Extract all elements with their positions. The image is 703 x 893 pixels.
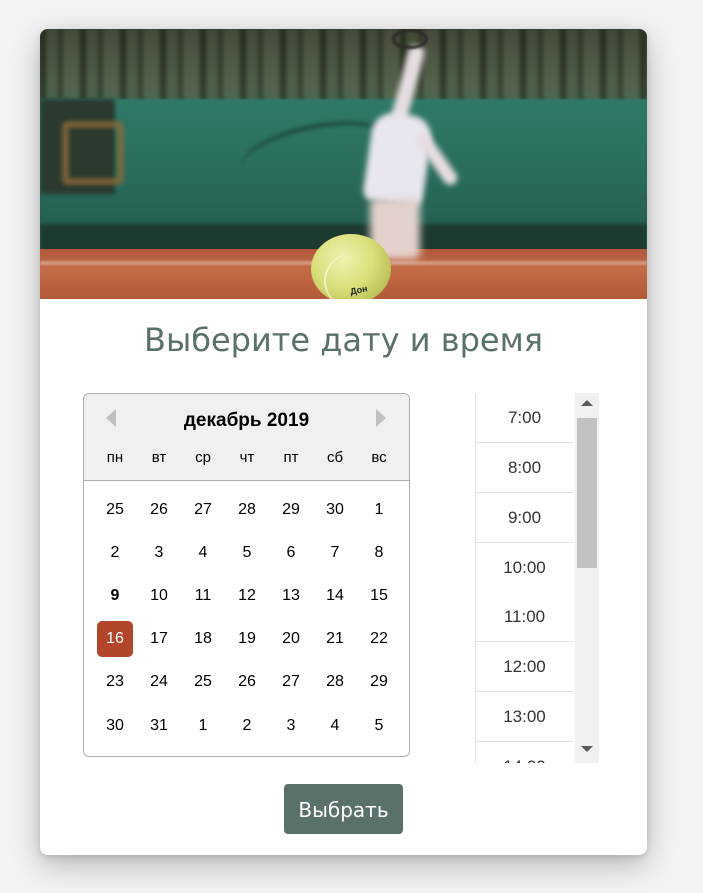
- calendar-day[interactable]: 28: [317, 664, 353, 700]
- weekday-label: вт: [151, 449, 167, 466]
- calendar-day[interactable]: 26: [229, 664, 265, 700]
- time-slot[interactable]: 8:00: [475, 443, 573, 493]
- calendar-day[interactable]: 26: [141, 492, 177, 528]
- calendar-day[interactable]: 9: [97, 578, 133, 614]
- calendar-day[interactable]: 30: [97, 708, 133, 744]
- calendar-day[interactable]: 1: [361, 492, 397, 528]
- calendar-day[interactable]: 29: [273, 492, 309, 528]
- calendar-day[interactable]: 19: [229, 621, 265, 657]
- calendar-day-selected[interactable]: 16: [97, 621, 133, 657]
- scrollbar-thumb[interactable]: [577, 418, 597, 568]
- calendar-day[interactable]: 27: [273, 664, 309, 700]
- calendar-day[interactable]: 3: [273, 708, 309, 744]
- time-slot[interactable]: 13:00: [475, 692, 573, 742]
- calendar-day[interactable]: 3: [141, 535, 177, 571]
- calendar-day[interactable]: 17: [141, 621, 177, 657]
- hero-trees: [40, 29, 647, 109]
- choose-button[interactable]: Выбрать: [284, 784, 403, 834]
- time-list-scrollbar[interactable]: [575, 393, 599, 763]
- calendar-day[interactable]: 4: [185, 535, 221, 571]
- weekday-label: вс: [371, 449, 387, 466]
- time-slot[interactable]: 14:00: [475, 742, 573, 763]
- calendar-day[interactable]: 30: [317, 492, 353, 528]
- booking-card: Дон Выберите дату и время декабрь 2019 п…: [40, 29, 647, 855]
- calendar-day[interactable]: 22: [361, 621, 397, 657]
- weekday-label: ср: [195, 449, 211, 466]
- calendar-day[interactable]: 11: [185, 578, 221, 614]
- time-slot[interactable]: 11:00: [475, 592, 573, 642]
- calendar-day[interactable]: 25: [97, 492, 133, 528]
- time-slot-list: 7:00 8:00 9:00 10:00 11:00 12:00 13:00 1…: [475, 393, 600, 763]
- hero-racket: [392, 29, 428, 49]
- time-slot[interactable]: 9:00: [475, 493, 573, 543]
- calendar-day[interactable]: 4: [317, 708, 353, 744]
- page-title: Выберите дату и время: [144, 321, 543, 359]
- calendar-day[interactable]: 13: [273, 578, 309, 614]
- hero-banner-logo: [62, 121, 124, 185]
- calendar-day[interactable]: 24: [141, 664, 177, 700]
- calendar-day[interactable]: 6: [273, 535, 309, 571]
- scroll-up-arrow-icon[interactable]: [581, 400, 593, 406]
- scroll-down-arrow-icon[interactable]: [581, 746, 593, 752]
- calendar-day[interactable]: 10: [141, 578, 177, 614]
- calendar-day[interactable]: 5: [229, 535, 265, 571]
- time-slot[interactable]: 10:00: [475, 543, 573, 593]
- weekday-label: пт: [283, 449, 299, 466]
- calendar-day[interactable]: 7: [317, 535, 353, 571]
- calendar-day[interactable]: 29: [361, 664, 397, 700]
- calendar-day[interactable]: 8: [361, 535, 397, 571]
- calendar-day[interactable]: 12: [229, 578, 265, 614]
- calendar-month-label: декабрь 2019: [183, 410, 310, 431]
- calendar-day[interactable]: 2: [97, 535, 133, 571]
- next-month-arrow-icon[interactable]: [376, 409, 386, 427]
- weekday-label: чт: [239, 449, 255, 466]
- hero-photo-tennis: Дон: [40, 29, 647, 299]
- weekday-label: пн: [106, 449, 124, 466]
- time-slot[interactable]: 12:00: [475, 642, 573, 692]
- calendar-header: декабрь 2019 пн вт ср чт пт сб вс: [84, 394, 409, 481]
- calendar-day[interactable]: 21: [317, 621, 353, 657]
- hero-player-body: [362, 110, 434, 208]
- calendar-day[interactable]: 2: [229, 708, 265, 744]
- calendar-day[interactable]: 23: [97, 664, 133, 700]
- calendar-day[interactable]: 28: [229, 492, 265, 528]
- calendar-day[interactable]: 25: [185, 664, 221, 700]
- date-picker-calendar: декабрь 2019 пн вт ср чт пт сб вс 25 26 27…: [83, 393, 410, 757]
- weekday-label: сб: [326, 449, 344, 466]
- calendar-day[interactable]: 14: [317, 578, 353, 614]
- calendar-day[interactable]: 20: [273, 621, 309, 657]
- calendar-day[interactable]: 5: [361, 708, 397, 744]
- calendar-day[interactable]: 15: [361, 578, 397, 614]
- calendar-day[interactable]: 1: [185, 708, 221, 744]
- calendar-day[interactable]: 27: [185, 492, 221, 528]
- time-slot[interactable]: 7:00: [475, 393, 573, 443]
- calendar-day[interactable]: 31: [141, 708, 177, 744]
- calendar-day[interactable]: 18: [185, 621, 221, 657]
